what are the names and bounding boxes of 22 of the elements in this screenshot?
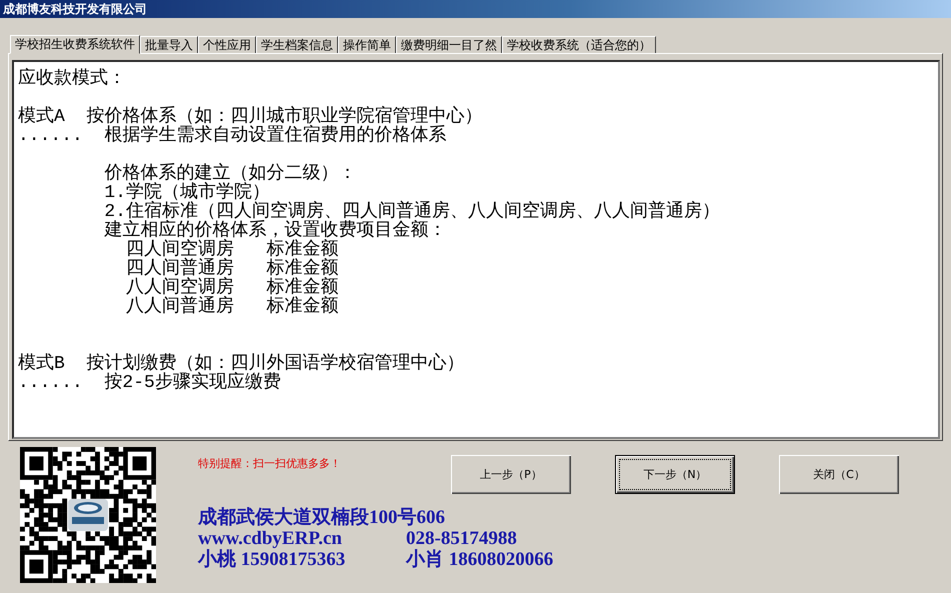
tab[interactable]: 个性应用 <box>198 36 256 53</box>
tab[interactable]: 缴费明细一目了然 <box>396 36 502 53</box>
dialog-button[interactable]: 上一步（P） <box>451 455 571 494</box>
tab[interactable]: 学生档案信息 <box>256 36 338 53</box>
text-line: 八人间普通房 标准金额 <box>125 298 340 317</box>
address-text: 成都武侯大道双楠段100号606 <box>198 507 445 528</box>
dialog-button[interactable]: 下一步（N） <box>615 455 735 494</box>
dialog-button[interactable]: 关闭（C） <box>779 455 899 494</box>
website-text: www.cdbyERP.cn <box>198 528 343 549</box>
reminder-text: 特别提醒：扫一扫优惠多多！ <box>198 456 342 471</box>
window-title: 成都博友科技开发有限公司 <box>3 0 147 18</box>
phone-text: 028-85174988 <box>406 528 518 549</box>
qr-code-icon <box>20 447 156 583</box>
text-line: 应收款模式： <box>18 70 127 89</box>
tab[interactable]: 操作简单 <box>338 36 396 53</box>
tab[interactable]: 学校收费系统（适合您的） <box>502 36 656 53</box>
text-line: ...... 按2-5步骤实现应缴费 <box>18 374 282 393</box>
contact-text: 小桃 15908175363 <box>198 549 346 570</box>
tab[interactable]: 批量导入 <box>140 36 198 53</box>
contact-text: 小肖 18608020066 <box>406 549 554 570</box>
tab[interactable]: 学校招生收费系统软件 <box>10 35 140 54</box>
text-line: ...... 根据学生需求自动设置住宿费用的价格体系 <box>18 127 448 146</box>
